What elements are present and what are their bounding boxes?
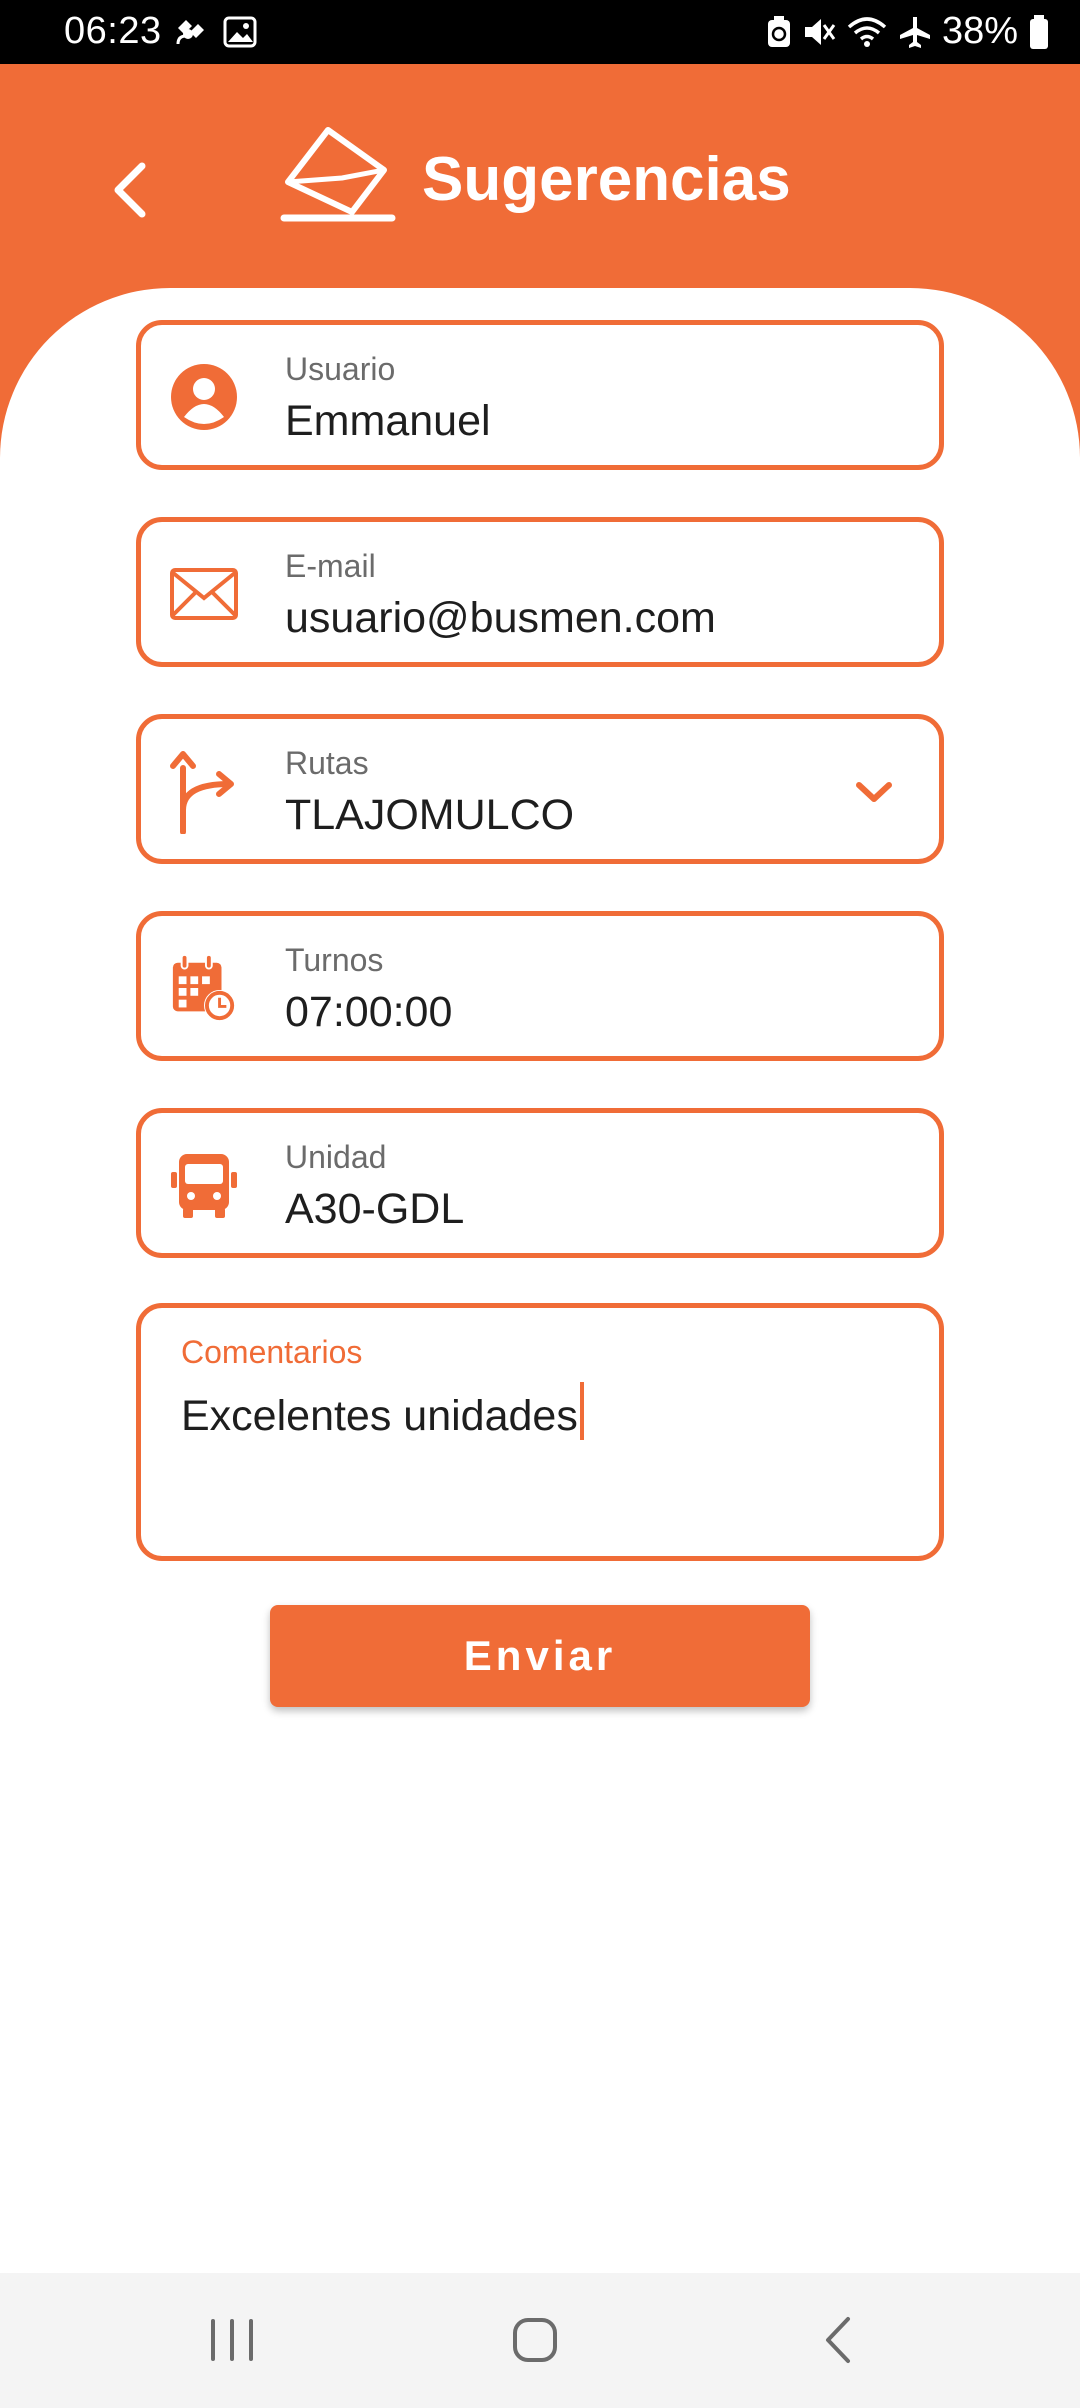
airplane-icon <box>899 16 930 48</box>
mail-icon <box>169 559 239 629</box>
email-label: E-mail <box>285 548 376 584</box>
satellite-icon <box>176 20 204 45</box>
battery-saver-icon <box>767 15 790 47</box>
shifts-label: Turnos <box>285 942 384 978</box>
send-button[interactable]: Enviar <box>270 1605 810 1707</box>
calendar-clock-icon <box>169 953 239 1023</box>
comments-textarea[interactable]: Comentarios Excelentes unidades <box>136 1303 944 1561</box>
routes-value: TLAJOMULCO <box>285 791 575 839</box>
shifts-value: 07:00:00 <box>285 988 453 1036</box>
recent-apps-button[interactable] <box>192 2305 272 2375</box>
image-icon <box>223 16 257 48</box>
back-arrow-icon <box>826 2317 850 2363</box>
unit-value: A30-GDL <box>285 1185 465 1233</box>
suggestion-envelope-icon <box>280 127 396 222</box>
wifi-icon <box>847 16 887 47</box>
status-system-icons: 38% <box>766 10 1050 53</box>
chevron-left-icon <box>114 162 146 218</box>
home-icon <box>513 2318 557 2362</box>
unit-label: Unidad <box>285 1139 387 1175</box>
person-icon <box>169 362 239 432</box>
comments-label: Comentarios <box>181 1334 363 1370</box>
email-value: usuario@busmen.com <box>285 594 716 642</box>
comments-value: Excelentes unidades <box>181 1392 578 1440</box>
recent-apps-icon <box>211 2319 253 2361</box>
user-value: Emmanuel <box>285 397 491 445</box>
shifts-field[interactable]: Turnos 07:00:00 <box>136 911 944 1061</box>
text-cursor <box>579 1382 584 1440</box>
mute-icon <box>804 18 836 45</box>
status-time: 06:23 <box>64 10 162 52</box>
system-back-button[interactable] <box>798 2305 878 2375</box>
user-label: Usuario <box>285 351 396 387</box>
battery-icon <box>1030 14 1048 49</box>
chevron-down-icon <box>856 782 892 802</box>
unit-field[interactable]: Unidad A30-GDL <box>136 1108 944 1258</box>
routes-label: Rutas <box>285 745 369 781</box>
system-navigation-bar <box>0 2273 1080 2408</box>
status-notification-icons <box>172 14 258 50</box>
route-fork-icon <box>169 751 239 834</box>
home-button[interactable] <box>495 2305 575 2375</box>
routes-dropdown[interactable]: Rutas TLAJOMULCO <box>136 714 944 864</box>
page-title: Sugerencias <box>422 145 791 214</box>
email-field[interactable]: E-mail usuario@busmen.com <box>136 517 944 667</box>
battery-percentage: 38% <box>941 10 1018 52</box>
bus-icon <box>169 1150 239 1220</box>
comments-text: Excelentes unidades <box>181 1382 584 1441</box>
status-bar: 06:23 38% <box>0 0 1080 64</box>
user-field[interactable]: Usuario Emmanuel <box>136 320 944 470</box>
back-button[interactable] <box>100 150 160 230</box>
